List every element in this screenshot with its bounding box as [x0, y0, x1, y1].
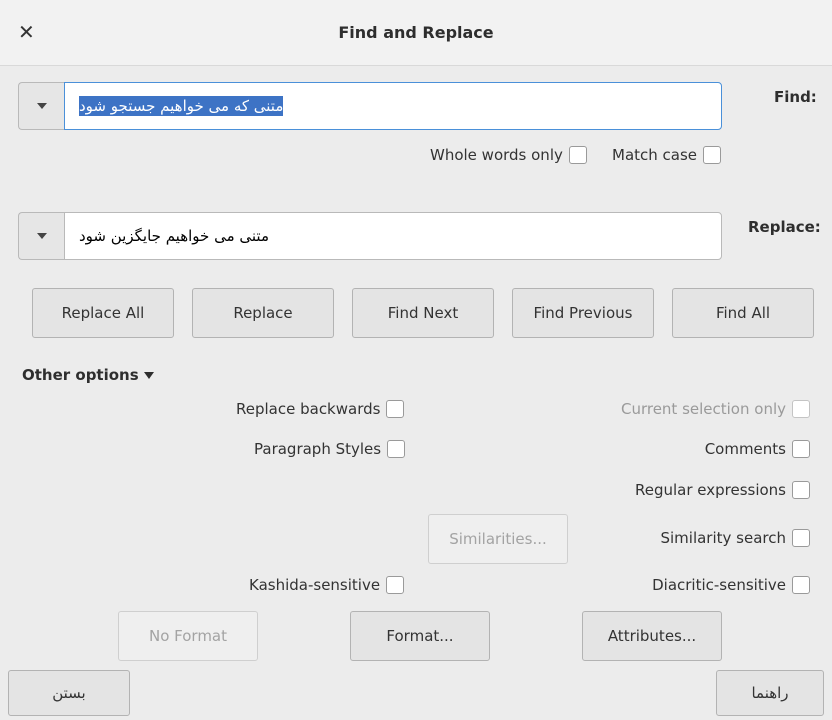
attributes-button[interactable]: Attributes...: [582, 611, 722, 661]
dialog-title: Find and Replace: [338, 23, 494, 42]
chevron-down-icon: [36, 233, 47, 239]
similarities-button[interactable]: Similarities...: [428, 514, 568, 564]
replace-input-text: متنی می خواهیم جایگزین شود: [79, 227, 269, 245]
comments-checkbox[interactable]: [792, 440, 810, 458]
replace-history-dropdown-button[interactable]: [18, 212, 64, 260]
whole-words-only-option[interactable]: Whole words only: [430, 146, 587, 164]
find-previous-button[interactable]: Find Previous: [512, 288, 654, 338]
whole-words-only-checkbox[interactable]: [568, 146, 587, 164]
paragraph-styles-checkbox[interactable]: [387, 440, 406, 458]
paragraph-styles-option[interactable]: Paragraph Styles: [254, 440, 406, 458]
replace-label: Replace:: [748, 218, 821, 236]
similarity-search-label: Similarity search: [660, 529, 786, 547]
whole-words-only-label: Whole words only: [430, 146, 563, 164]
title-bar: ✕ Find and Replace: [0, 0, 832, 66]
match-case-label: Match case: [612, 146, 698, 164]
replace-input[interactable]: متنی می خواهیم جایگزین شود: [64, 212, 722, 260]
find-history-dropdown-button[interactable]: [18, 82, 64, 130]
find-input[interactable]: متنی که می خواهیم جستجو شود: [64, 82, 722, 130]
comments-label: Comments: [704, 440, 786, 458]
current-selection-only-checkbox[interactable]: [792, 400, 810, 418]
diacritic-sensitive-option[interactable]: Diacritic-sensitive: [652, 576, 810, 594]
match-case-checkbox[interactable]: [703, 146, 722, 164]
regular-expressions-option[interactable]: Regular expressions: [635, 481, 810, 499]
find-all-button[interactable]: Find All: [672, 288, 814, 338]
kashida-sensitive-label: Kashida-sensitive: [249, 576, 381, 594]
no-format-button[interactable]: No Format: [118, 611, 258, 661]
find-next-button[interactable]: Find Next: [352, 288, 494, 338]
kashida-sensitive-option[interactable]: Kashida-sensitive: [249, 576, 405, 594]
regular-expressions-checkbox[interactable]: [792, 481, 810, 499]
match-case-option[interactable]: Match case: [612, 146, 722, 164]
chevron-down-icon: [36, 103, 47, 109]
find-input-text: متنی که می خواهیم جستجو شود: [79, 96, 284, 116]
paragraph-styles-label: Paragraph Styles: [254, 440, 382, 458]
comments-option[interactable]: Comments: [705, 440, 810, 458]
replace-backwards-checkbox[interactable]: [386, 400, 405, 418]
replace-backwards-option[interactable]: Replace backwards: [236, 400, 405, 418]
regular-expressions-label: Regular expressions: [634, 481, 786, 499]
format-button[interactable]: Format...: [350, 611, 490, 661]
current-selection-only-label: Current selection only: [620, 400, 786, 418]
similarity-search-checkbox[interactable]: [792, 529, 810, 547]
diacritic-sensitive-label: Diacritic-sensitive: [652, 576, 786, 594]
replace-backwards-label: Replace backwards: [236, 400, 381, 418]
current-selection-only-option[interactable]: Current selection only: [621, 400, 810, 418]
kashida-sensitive-checkbox[interactable]: [386, 576, 405, 594]
find-label: Find:: [774, 88, 817, 106]
diacritic-sensitive-checkbox[interactable]: [792, 576, 810, 594]
similarity-search-option[interactable]: Similarity search: [660, 529, 810, 547]
close-button[interactable]: بستن: [8, 670, 130, 716]
help-button[interactable]: راهنما: [716, 670, 824, 716]
other-options-label: Other options: [22, 366, 139, 384]
replace-button[interactable]: Replace: [192, 288, 334, 338]
triangle-down-icon: [143, 371, 154, 379]
replace-all-button[interactable]: Replace All: [32, 288, 174, 338]
other-options-expander[interactable]: Other options: [22, 366, 154, 384]
